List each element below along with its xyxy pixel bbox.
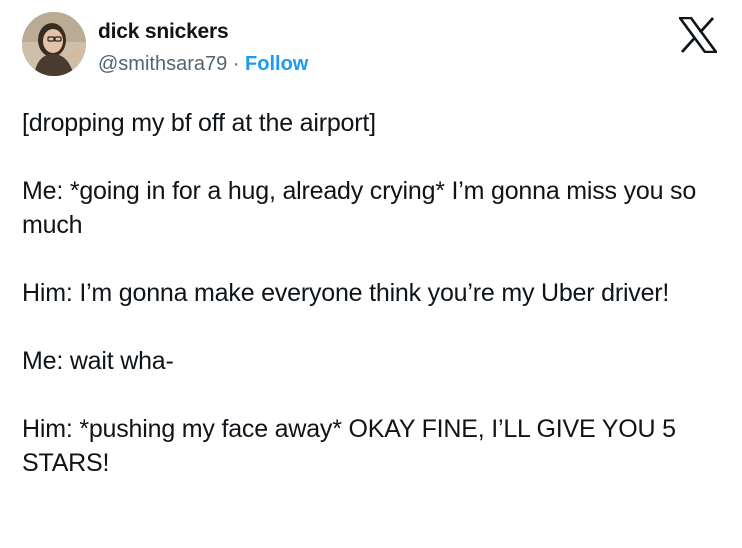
tweet-paragraph: Me: *going in for a hug, already crying*… <box>22 177 697 239</box>
x-logo-icon[interactable] <box>677 16 719 54</box>
follow-button[interactable]: Follow <box>245 53 308 75</box>
tweet-paragraph: Him: I’m gonna make everyone think you’r… <box>22 279 670 307</box>
tweet-text: [dropping my bf off at the airport] Me: … <box>22 106 722 480</box>
tweet-card: dick snickers @smithsara79 · Follow [dro… <box>0 0 742 548</box>
avatar-photo-icon <box>22 12 86 76</box>
tweet-paragraph: [dropping my bf off at the airport] <box>22 109 376 137</box>
display-name[interactable]: dick snickers <box>98 20 229 44</box>
meta-separator: · <box>232 53 240 75</box>
user-handle[interactable]: @smithsara79 <box>98 53 227 75</box>
avatar[interactable] <box>22 12 86 76</box>
tweet-paragraph: Me: wait wha- <box>22 347 174 375</box>
tweet-paragraph: Him: *pushing my face away* OKAY FINE, I… <box>22 415 676 477</box>
author-meta: @smithsara79 · Follow <box>98 53 308 76</box>
